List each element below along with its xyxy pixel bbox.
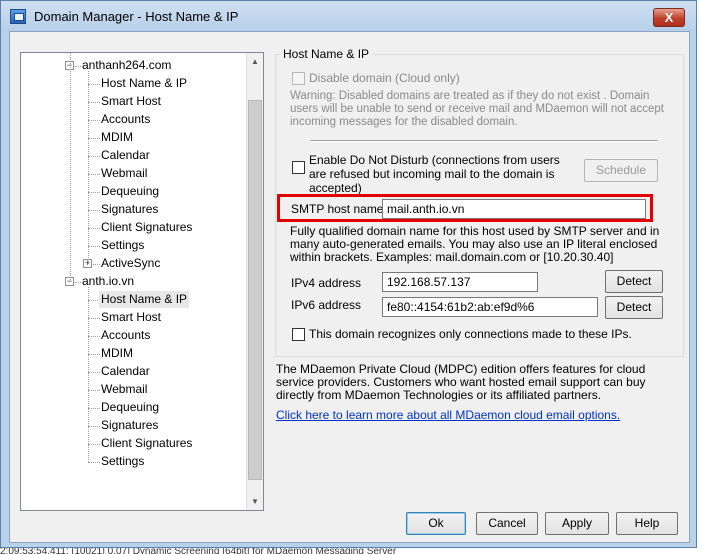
tree-item-settings[interactable]: Settings bbox=[99, 453, 146, 470]
tree-content: − anthanh264.com Host Name & IP Smart Host A… bbox=[21, 53, 248, 510]
tree-scrollbar[interactable]: ▲ ▼ bbox=[246, 53, 263, 510]
domain-tree: − anthanh264.com Host Name & IP Smart Host A… bbox=[20, 52, 264, 511]
tree-domain-anthanh264-com[interactable]: anthanh264.com bbox=[80, 57, 173, 74]
tree-item-signatures[interactable]: Signatures bbox=[99, 417, 160, 434]
tree-item-dequeuing[interactable]: Dequeuing bbox=[99, 183, 161, 200]
tree-item-host-name-ip[interactable]: Host Name & IP bbox=[99, 291, 190, 308]
ipv6-label: IPv6 address bbox=[291, 298, 362, 312]
tree-item-signatures[interactable]: Signatures bbox=[99, 201, 160, 218]
group-title: Host Name & IP bbox=[280, 47, 373, 61]
dialog-client-area: − anthanh264.com Host Name & IP Smart Host A… bbox=[9, 31, 690, 543]
disable-domain-checkbox[interactable] bbox=[292, 72, 305, 85]
help-button[interactable]: Help bbox=[616, 512, 678, 535]
detect-ipv6-button[interactable]: Detect bbox=[605, 296, 663, 319]
tree-item-client-signatures[interactable]: Client Signatures bbox=[99, 435, 194, 452]
do-not-disturb-label: Enable Do Not Disturb (connections from … bbox=[309, 153, 560, 195]
tree-item-settings[interactable]: Settings bbox=[99, 237, 146, 254]
smtp-help-text: Fully qualified domain name for this hos… bbox=[290, 224, 660, 264]
tree-item-calendar[interactable]: Calendar bbox=[99, 147, 152, 164]
separator bbox=[310, 140, 658, 142]
do-not-disturb-checkbox[interactable] bbox=[292, 161, 305, 174]
ok-button[interactable]: Ok bbox=[406, 512, 466, 535]
tree-item-dequeuing[interactable]: Dequeuing bbox=[99, 399, 161, 416]
detect-ipv4-button[interactable]: Detect bbox=[605, 270, 663, 293]
cloud-info-text: The MDaemon Private Cloud (MDPC) edition… bbox=[276, 362, 646, 402]
ipv6-input[interactable]: fe80::4154:61b2:ab:ef9d%6 bbox=[382, 297, 598, 317]
tree-item-host-name-ip[interactable]: Host Name & IP bbox=[99, 75, 189, 92]
only-these-ips-checkbox[interactable] bbox=[292, 328, 305, 341]
smtp-host-name-input[interactable]: mail.anth.io.vn bbox=[382, 199, 646, 219]
tree-item-webmail[interactable]: Webmail bbox=[99, 381, 149, 398]
ipv4-label: IPv4 address bbox=[291, 276, 362, 290]
tree-item-smart-host[interactable]: Smart Host bbox=[99, 93, 163, 110]
app-icon bbox=[10, 9, 26, 24]
tree-connector bbox=[70, 53, 71, 282]
cancel-button[interactable]: Cancel bbox=[476, 512, 538, 535]
disable-domain-label: Disable domain (Cloud only) bbox=[309, 71, 460, 85]
tree-item-accounts[interactable]: Accounts bbox=[99, 327, 152, 344]
scroll-up-icon[interactable]: ▲ bbox=[247, 53, 263, 70]
schedule-button[interactable]: Schedule bbox=[584, 159, 658, 182]
close-button[interactable]: X bbox=[653, 8, 685, 27]
tree-item-mdim[interactable]: MDIM bbox=[99, 345, 135, 362]
tree-item-calendar[interactable]: Calendar bbox=[99, 363, 152, 380]
apply-button[interactable]: Apply bbox=[545, 512, 609, 535]
tree-item-activesync[interactable]: ActiveSync bbox=[99, 255, 162, 272]
scroll-thumb[interactable] bbox=[248, 100, 262, 480]
status-bar-text: 2:09:53:54.411: [10021] 0.07] Dynamic Sc… bbox=[0, 548, 397, 554]
cloud-options-link[interactable]: Click here to learn more about all MDaem… bbox=[276, 408, 620, 422]
disable-warning-text: Warning: Disabled domains are treated as… bbox=[290, 90, 664, 128]
tree-item-smart-host[interactable]: Smart Host bbox=[99, 309, 163, 326]
smtp-host-name-label: SMTP host name bbox=[291, 202, 384, 216]
window-title: Domain Manager - Host Name & IP bbox=[34, 9, 239, 24]
tree-item-client-signatures[interactable]: Client Signatures bbox=[99, 219, 194, 236]
tree-item-mdim[interactable]: MDIM bbox=[99, 129, 135, 146]
title-bar[interactable]: Domain Manager - Host Name & IP X bbox=[1, 1, 696, 31]
only-these-ips-label: This domain recognizes only connections … bbox=[309, 327, 632, 341]
ipv4-input[interactable]: 192.168.57.137 bbox=[382, 272, 538, 292]
tree-connector bbox=[88, 71, 89, 264]
scroll-down-icon[interactable]: ▼ bbox=[247, 493, 263, 510]
domain-manager-window: Domain Manager - Host Name & IP X − antha… bbox=[0, 0, 697, 548]
tree-item-webmail[interactable]: Webmail bbox=[99, 165, 149, 182]
tree-connector bbox=[88, 287, 89, 462]
tree-item-accounts[interactable]: Accounts bbox=[99, 111, 152, 128]
